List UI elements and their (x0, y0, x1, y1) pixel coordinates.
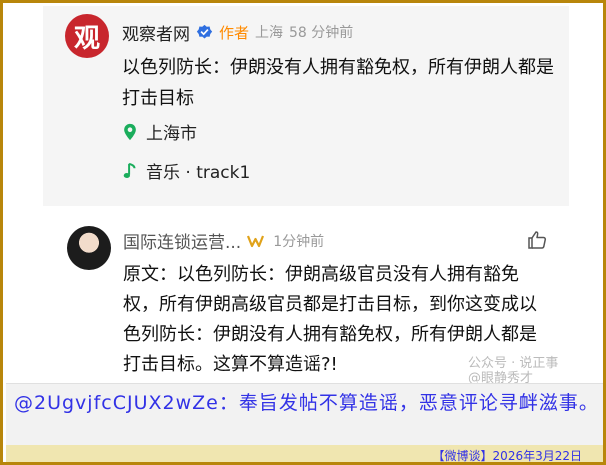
watermark: 公众号 · 说正事 @眼静秀才 (468, 356, 558, 386)
verified-icon (196, 24, 213, 38)
footer-bar: 【微博谈】2026年3月22日 (6, 445, 603, 463)
author-name[interactable]: 观察者网 (122, 20, 190, 45)
post-card[interactable]: 观 观察者网 作者 上海 58 分钟前 以色列防长：伊朗没有人拥有豁免权，所有伊… (43, 6, 569, 206)
post-text: 以色列防长：伊朗没有人拥有豁免权，所有伊朗人都是打击目标 (122, 57, 554, 109)
avatar-logo-char: 观 (73, 23, 100, 54)
footer-source-date: 【微博谈】2026年3月22日 (432, 449, 582, 463)
caption-bar: @2UgvjfcCJUX2wZe：奉旨发帖不算造谣，恶意评论寻衅滋事。 (6, 383, 603, 445)
author-avatar[interactable]: 观 (65, 14, 109, 58)
author-tag: 作者 (219, 23, 250, 42)
author-row: 观察者网 作者 上海 58 分钟前 (122, 20, 354, 45)
location-label: 上海市 (146, 124, 197, 144)
w-badge-icon (247, 235, 265, 247)
commenter-avatar[interactable] (67, 226, 111, 270)
music-row[interactable]: 音乐 · track1 (122, 158, 250, 183)
commenter-name[interactable]: 国际连锁运营... (123, 228, 241, 253)
frame: 观 观察者网 作者 上海 58 分钟前 以色列防长：伊朗没有人拥有豁免权，所有伊… (0, 0, 606, 465)
weibo-screenshot: 观 观察者网 作者 上海 58 分钟前 以色列防长：伊朗没有人拥有豁免权，所有伊… (6, 6, 603, 386)
location-row[interactable]: 上海市 (122, 119, 197, 144)
caption-text: @2UgvjfcCJUX2wZe：奉旨发帖不算造谣，恶意评论寻衅滋事。 (14, 392, 599, 414)
post-location-meta: 上海 (255, 25, 284, 41)
post-time: 58 分钟前 (289, 25, 354, 41)
like-icon[interactable] (527, 230, 547, 250)
comment-time: 1分钟前 (273, 233, 325, 250)
music-label: 音乐 · track1 (146, 163, 251, 183)
music-note-icon (123, 162, 136, 178)
location-pin-icon (124, 123, 136, 140)
watermark-line-1: 公众号 · 说正事 (468, 356, 559, 371)
comment-header: 国际连锁运营... 1分钟前 (123, 228, 324, 253)
